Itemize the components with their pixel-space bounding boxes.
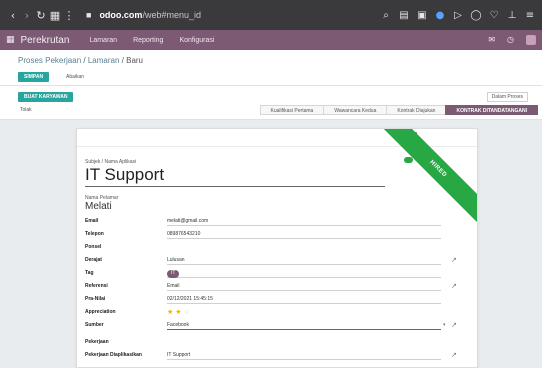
field-label: Ponsel bbox=[85, 244, 102, 250]
mobile-input[interactable] bbox=[167, 243, 441, 252]
partner-input[interactable]: Melati bbox=[85, 201, 112, 212]
chat-icon[interactable]: ✉ bbox=[488, 35, 495, 45]
tag-badge[interactable]: IT bbox=[167, 270, 180, 278]
menu-configuration[interactable]: Konfigurasi bbox=[179, 37, 214, 44]
external-link-icon[interactable]: ↗ bbox=[451, 256, 457, 264]
search-icon[interactable]: ⌕ bbox=[380, 10, 392, 21]
email-input[interactable]: melati@gmail.com bbox=[167, 217, 441, 226]
breadcrumb-root[interactable]: Proses Pekerjaan bbox=[18, 56, 81, 65]
browser-toolbar: ‹ › ↻ ▦ ⋮ ■ odoo.com/web#menu_id ⌕ ▤ ▣ ●… bbox=[0, 0, 542, 30]
statusbar: BUAT KARYAWAN Tolak Dalam Proses Kualifi… bbox=[0, 86, 542, 120]
source-select[interactable]: Facebook bbox=[167, 321, 441, 330]
url-domain: odoo.com bbox=[99, 10, 143, 20]
stage-pipeline: Kualifikasi Pertama Wawancara Kedua Kont… bbox=[259, 105, 538, 115]
tag-input[interactable]: IT bbox=[167, 269, 441, 278]
field-label: Telepon bbox=[85, 231, 104, 237]
stage-3[interactable]: KONTRAK DITANDATANGANI bbox=[445, 105, 538, 115]
stage-0[interactable]: Kualifikasi Pertama bbox=[259, 105, 325, 115]
create-employee-button[interactable]: BUAT KARYAWAN bbox=[18, 92, 74, 102]
field-label: Derajat bbox=[85, 257, 102, 263]
mobile-field: Ponsel bbox=[85, 243, 465, 253]
activity-icon[interactable]: ◷ bbox=[507, 35, 514, 45]
form-sheet: HIRED Subjek / Nama Aplikasi IT Support … bbox=[76, 128, 478, 368]
tag-field: Tag IT bbox=[85, 269, 465, 279]
refuse-button[interactable]: Tolak bbox=[20, 107, 32, 113]
source-ref-field: Referensi Email ↗ bbox=[85, 282, 465, 292]
phone-field: Telepon 089876543210 bbox=[85, 230, 465, 240]
external-link-icon[interactable]: ↗ bbox=[451, 282, 457, 290]
heart-icon[interactable]: ♡ bbox=[488, 10, 500, 21]
date-input[interactable]: 02/12/2021 15:45:15 bbox=[167, 295, 441, 304]
email-field: Email melati@gmail.com bbox=[85, 217, 465, 227]
field-label: Referensi bbox=[85, 283, 108, 289]
star-icon[interactable]: ★ bbox=[175, 308, 183, 316]
external-link-icon[interactable]: ↗ bbox=[451, 321, 457, 329]
back-arrow-icon[interactable]: ‹ bbox=[6, 9, 20, 22]
phone-input[interactable]: 089876543210 bbox=[167, 230, 441, 239]
breadcrumb-current: Baru bbox=[126, 56, 144, 65]
apps-grid-icon[interactable]: ▦ bbox=[6, 35, 15, 45]
field-label: Sumber bbox=[85, 322, 104, 328]
breadcrumb: Proses Pekerjaan / Lamaran / Baru bbox=[18, 56, 143, 65]
ongoing-button[interactable]: Dalam Proses bbox=[486, 92, 528, 102]
play-icon[interactable]: ▷ bbox=[452, 10, 464, 21]
address-bar[interactable]: ■ odoo.com/web#menu_id bbox=[86, 6, 296, 24]
extension-icon[interactable]: ⊥ bbox=[506, 10, 518, 21]
app-name[interactable]: Perekrutan bbox=[21, 35, 70, 46]
menu-reporting[interactable]: Reporting bbox=[133, 37, 163, 44]
tabs-icon[interactable]: ▦ bbox=[48, 9, 62, 22]
star-icon[interactable]: ☆ bbox=[184, 308, 192, 316]
chevron-down-icon[interactable]: ▾ bbox=[443, 322, 446, 328]
job-field: Pekerjaan Diaplikasikan IT Support ↗ bbox=[85, 351, 465, 365]
app-navbar: ▦ Perekrutan Lamaran Reporting Konfigura… bbox=[0, 30, 542, 50]
section-title-job: Pekerjaan bbox=[85, 339, 109, 345]
priority-widget[interactable]: ★★☆ bbox=[167, 308, 441, 317]
medium-field: Sumber Facebook ▾ ↗ bbox=[85, 321, 465, 331]
field-label: Pra-Nilai bbox=[85, 296, 106, 302]
external-link-icon[interactable]: ↗ bbox=[451, 351, 457, 359]
shield-icon[interactable]: ◯ bbox=[470, 10, 482, 21]
cast-icon[interactable]: ▤ bbox=[398, 10, 410, 21]
forward-arrow-icon[interactable]: › bbox=[20, 9, 34, 22]
url-suffix: /web#menu_id bbox=[142, 10, 201, 20]
more-icon[interactable]: ≡ bbox=[524, 10, 536, 21]
field-label: Appreciation bbox=[85, 309, 116, 315]
save-button[interactable]: SIMPAN bbox=[18, 72, 50, 82]
job-select[interactable]: IT Support bbox=[167, 351, 441, 360]
discard-button[interactable]: Abaikan bbox=[60, 72, 90, 82]
kanban-state-icon[interactable] bbox=[404, 157, 413, 163]
degree-field: Derajat Lulusan ↗ bbox=[85, 256, 465, 266]
referral-select[interactable]: Email bbox=[167, 282, 441, 291]
screenshot-icon[interactable]: ▣ bbox=[416, 10, 428, 21]
field-label: Email bbox=[85, 218, 99, 224]
menu-lamaran[interactable]: Lamaran bbox=[89, 37, 117, 44]
field-label: Tag bbox=[85, 270, 94, 276]
field-label: Pekerjaan Diaplikasikan bbox=[85, 352, 142, 358]
appreciation-field: Appreciation ★★☆ bbox=[85, 308, 465, 318]
avatar[interactable] bbox=[526, 35, 536, 45]
vpn-icon[interactable]: ● bbox=[434, 10, 446, 21]
lock-icon: ■ bbox=[86, 10, 92, 20]
breadcrumb-middle[interactable]: Lamaran bbox=[88, 56, 120, 65]
date-field: Pra-Nilai 02/12/2021 15:45:15 bbox=[85, 295, 465, 305]
stage-2[interactable]: Kontrak Diajukan bbox=[386, 105, 447, 115]
control-panel: Proses Pekerjaan / Lamaran / Baru SIMPAN… bbox=[0, 50, 542, 86]
degree-select[interactable]: Lulusan bbox=[167, 256, 441, 265]
star-rating[interactable]: ★★☆ bbox=[167, 308, 192, 316]
menu-icon[interactable]: ⋮ bbox=[62, 9, 76, 22]
reload-icon[interactable]: ↻ bbox=[34, 9, 48, 22]
subject-input[interactable]: IT Support bbox=[85, 165, 385, 187]
stage-1[interactable]: Wawancara Kedua bbox=[323, 105, 388, 115]
